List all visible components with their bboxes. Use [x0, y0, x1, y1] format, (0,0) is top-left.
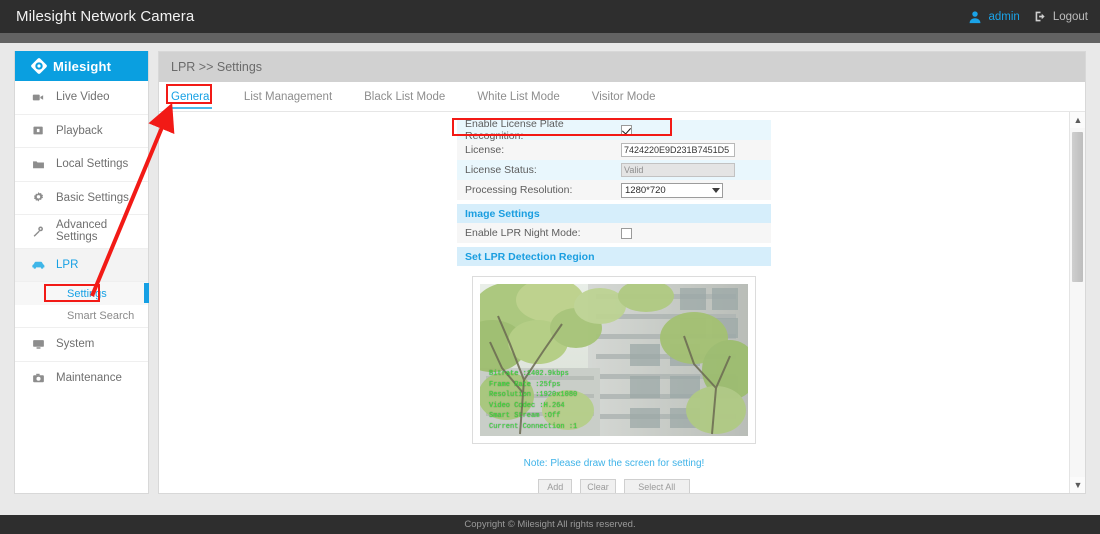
night-mode-label: Enable LPR Night Mode:	[465, 227, 621, 239]
tab-black-list-mode[interactable]: Black List Mode	[364, 82, 467, 112]
logout-icon[interactable]	[1034, 10, 1047, 23]
row-license-status: License Status: Valid	[457, 160, 771, 180]
content-panel: LPR >> Settings General List Management …	[158, 51, 1086, 494]
milesight-logo-icon	[31, 58, 47, 74]
osd-line: Video Codec :H.264	[489, 401, 577, 412]
lpr-settings-form: Enable License Plate Recognition: Licens…	[457, 120, 771, 493]
osd-line: Frame Rate :25fps	[489, 380, 577, 391]
logout-label[interactable]: Logout	[1053, 11, 1088, 23]
license-input[interactable]: 7424220E9D231B7451D5	[621, 143, 735, 157]
license-status-label: License Status:	[465, 164, 621, 176]
sidebar-item-label: Basic Settings	[56, 192, 129, 204]
vertical-scrollbar[interactable]: ▲ ▼	[1069, 112, 1085, 493]
row-processing-resolution: Processing Resolution: 1280*720	[457, 180, 771, 200]
night-mode-checkbox[interactable]	[621, 228, 632, 239]
enable-lpr-checkbox[interactable]	[621, 125, 632, 136]
chevron-up-icon: ▲	[1074, 116, 1083, 125]
breadcrumb-bar: LPR >> Settings	[159, 52, 1085, 82]
sidebar: Milesight Live Video Playback Local Sett…	[14, 51, 149, 494]
sidebar-item-label: Live Video	[56, 91, 110, 103]
sidebar-item-label: System	[56, 338, 94, 350]
sidebar-item-local-settings[interactable]: Local Settings	[15, 148, 148, 182]
sidebar-subitem-smart-search[interactable]: Smart Search	[15, 305, 148, 328]
row-license: License: 7424220E9D231B7451D5	[457, 140, 771, 160]
clear-button[interactable]: Clear	[580, 479, 616, 493]
sidebar-item-label: LPR	[56, 259, 78, 271]
row-night-mode: Enable LPR Night Mode:	[457, 223, 771, 243]
user-name[interactable]: admin	[988, 11, 1019, 23]
video-frame[interactable]: Bitrate :1402.9kbps Frame Rate :25fps Re…	[480, 284, 748, 436]
sidebar-subitem-label: Smart Search	[67, 310, 134, 322]
processing-resolution-label: Processing Resolution:	[465, 184, 621, 196]
osd-line: Bitrate :1402.9kbps	[489, 369, 577, 380]
sidebar-item-advanced-settings[interactable]: Advanced Settings	[15, 215, 148, 249]
sidebar-item-live-video[interactable]: Live Video	[15, 81, 148, 115]
folder-icon	[31, 157, 46, 172]
select-all-button[interactable]: Select All	[624, 479, 690, 493]
section-image-settings: Image Settings	[457, 204, 771, 223]
row-enable-lpr: Enable License Plate Recognition:	[457, 120, 771, 140]
car-icon	[31, 257, 46, 272]
sidebar-subitem-label: Settings	[67, 288, 107, 300]
detection-region-preview[interactable]: Bitrate :1402.9kbps Frame Rate :25fps Re…	[472, 276, 756, 444]
active-indicator	[144, 283, 149, 303]
scroll-down-button[interactable]: ▼	[1070, 477, 1085, 493]
processing-resolution-value: 1280*720	[625, 185, 666, 196]
action-button-row: Add Clear Select All	[457, 479, 771, 493]
sidebar-item-basic-settings[interactable]: Basic Settings	[15, 182, 148, 216]
gray-strip	[0, 33, 1100, 43]
breadcrumb: LPR >> Settings	[171, 60, 262, 74]
advanced-gear-icon	[31, 224, 46, 239]
settings-scroll-inner: Enable License Plate Recognition: Licens…	[159, 112, 1069, 493]
license-label: License:	[465, 144, 621, 156]
section-detection-region: Set LPR Detection Region	[457, 247, 771, 266]
sidebar-item-label: Playback	[56, 125, 103, 137]
license-status-value: Valid	[621, 163, 735, 177]
monitor-icon	[31, 337, 46, 352]
settings-scroll-area: Enable License Plate Recognition: Licens…	[159, 112, 1085, 493]
title-bar: Milesight Network Camera admin Logout	[0, 0, 1100, 33]
osd-line: Smart Stream :Off	[489, 411, 577, 422]
tab-bar: General List Management Black List Mode …	[159, 82, 1085, 112]
user-area: admin Logout	[968, 10, 1088, 24]
processing-resolution-select[interactable]: 1280*720	[621, 183, 723, 198]
scrollbar-track[interactable]	[1070, 128, 1085, 477]
osd-line: Current Connection :1	[489, 422, 577, 433]
chevron-down-icon: ▼	[1074, 481, 1083, 490]
add-button[interactable]: Add	[538, 479, 572, 493]
sidebar-item-maintenance[interactable]: Maintenance	[15, 362, 148, 396]
detection-region-note: Note: Please draw the screen for setting…	[457, 458, 771, 469]
osd-line: Resolution :1920x1080	[489, 390, 577, 401]
brand-header: Milesight	[15, 51, 148, 81]
sidebar-nav: Live Video Playback Local Settings Basic…	[15, 81, 148, 395]
chevron-down-icon	[712, 188, 720, 193]
gear-icon	[31, 190, 46, 205]
video-osd-overlay: Bitrate :1402.9kbps Frame Rate :25fps Re…	[489, 369, 577, 432]
sidebar-subitem-settings[interactable]: Settings	[15, 282, 148, 305]
sidebar-item-label: Local Settings	[56, 158, 128, 170]
copyright-text: Copyright © Milesight All rights reserve…	[464, 519, 635, 530]
scrollbar-thumb[interactable]	[1072, 132, 1083, 282]
sidebar-item-label: Advanced Settings	[56, 219, 148, 243]
user-icon	[968, 10, 982, 24]
camera-icon	[31, 371, 46, 386]
tab-list-management[interactable]: List Management	[244, 82, 354, 112]
tab-visitor-mode[interactable]: Visitor Mode	[592, 82, 678, 112]
sidebar-item-label: Maintenance	[56, 372, 122, 384]
sidebar-item-playback[interactable]: Playback	[15, 115, 148, 149]
footer: Copyright © Milesight All rights reserve…	[0, 515, 1100, 534]
enable-lpr-label: Enable License Plate Recognition:	[465, 118, 621, 142]
scroll-up-button[interactable]: ▲	[1070, 112, 1085, 128]
app-title: Milesight Network Camera	[16, 8, 194, 25]
video-camera-icon	[31, 90, 46, 105]
playback-icon	[31, 123, 46, 138]
sidebar-item-system[interactable]: System	[15, 328, 148, 362]
sidebar-item-lpr[interactable]: LPR	[15, 249, 148, 283]
brand-label: Milesight	[53, 59, 111, 74]
tab-white-list-mode[interactable]: White List Mode	[477, 82, 581, 112]
tab-general[interactable]: General	[171, 82, 234, 112]
